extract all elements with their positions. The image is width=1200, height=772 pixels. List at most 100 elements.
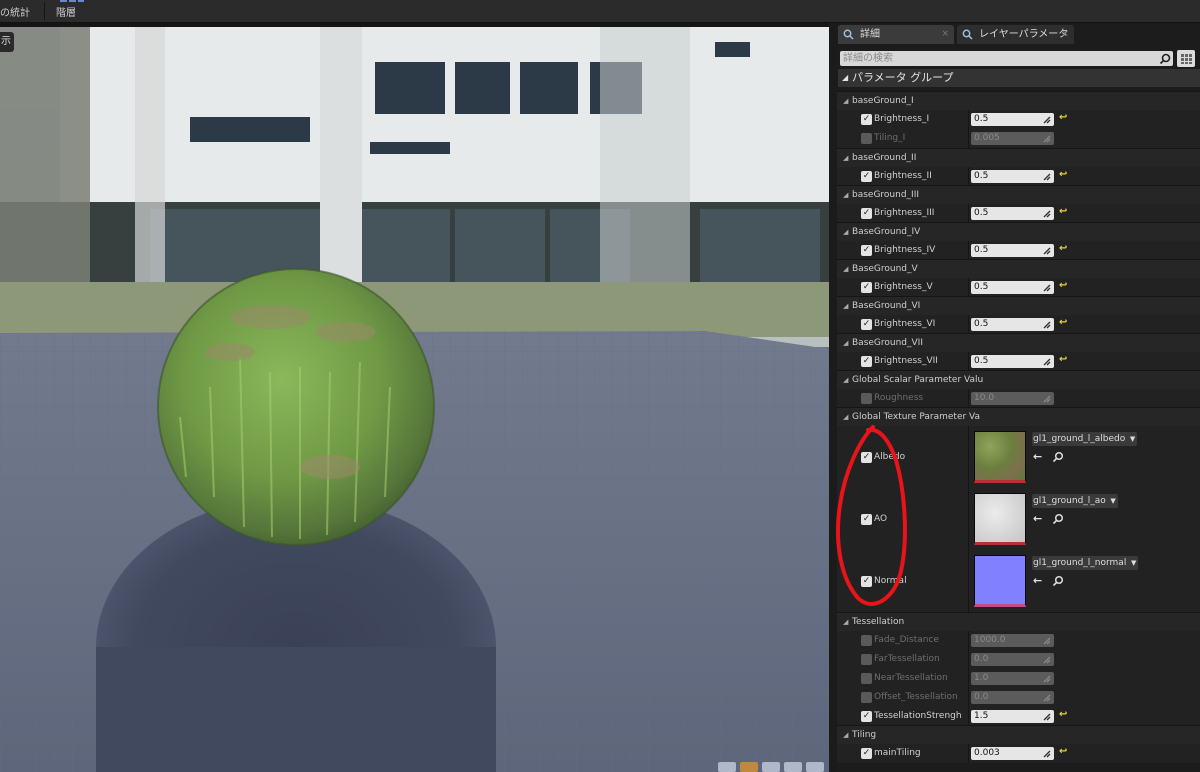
statistics-button[interactable]: の統計 [0, 0, 40, 22]
column-divider [968, 241, 969, 260]
scalar-value-field[interactable]: 0.5 [971, 113, 1054, 126]
viewport-grid-icon[interactable] [784, 762, 802, 772]
override-checkbox[interactable]: ✓ [861, 576, 872, 587]
override-checkbox[interactable]: ✓ [861, 452, 872, 463]
search-icon [1159, 53, 1171, 65]
category-global-scalar[interactable]: ◢ Global Scalar Parameter Valu [837, 370, 1200, 389]
reset-to-default-icon[interactable]: ↩ [1059, 746, 1067, 757]
field-value: 0.005 [974, 133, 1000, 143]
category-baseground-2[interactable]: ◢ baseGround_II [837, 148, 1200, 167]
param-row-main-tiling: ✓ mainTiling 0.003 ↩ [837, 744, 1200, 763]
reset-to-default-icon[interactable]: ↩ [1059, 354, 1067, 365]
param-name: NearTessellation [874, 673, 948, 683]
viewport-nav-icon[interactable] [718, 762, 736, 772]
use-selected-asset-icon[interactable]: ← [1033, 512, 1046, 525]
reset-to-default-icon[interactable]: ↩ [1059, 169, 1067, 180]
collapse-arrow-icon: ◢ [843, 97, 849, 105]
scalar-value-field[interactable]: 0.5 [971, 318, 1054, 331]
collapse-arrow-icon: ◢ [843, 228, 849, 236]
level-viewport[interactable]: 示 [0, 27, 829, 772]
close-icon[interactable]: × [941, 25, 949, 44]
scalar-value-field[interactable]: 0.0 [971, 691, 1054, 704]
override-checkbox[interactable] [861, 673, 872, 684]
override-checkbox[interactable] [861, 393, 872, 404]
override-checkbox[interactable]: ✓ [861, 711, 872, 722]
albedo-texture-thumbnail[interactable] [974, 431, 1026, 483]
override-checkbox[interactable]: ✓ [861, 114, 872, 125]
scalar-value-field[interactable]: 0.0 [971, 653, 1054, 666]
viewport-view-icon[interactable] [762, 762, 780, 772]
reset-to-default-icon[interactable]: ↩ [1059, 280, 1067, 291]
main-toolbar: の統計 階層 [0, 0, 1200, 23]
texture-asset-name: gl1_ground_l_albedo [1033, 434, 1126, 444]
param-name: Brightness_VI [874, 319, 936, 329]
category-baseground-7[interactable]: ◢ BaseGround_VII [837, 333, 1200, 352]
category-baseground-1[interactable]: ◢ baseGround_I [837, 91, 1200, 110]
view-options-button[interactable] [1177, 50, 1195, 67]
scalar-value-field[interactable]: 1000.0 [971, 634, 1054, 647]
reset-to-default-icon[interactable]: ↩ [1059, 709, 1067, 720]
viewport-scale-icon[interactable] [806, 762, 824, 772]
collapse-arrow-icon: ◢ [843, 376, 849, 384]
parameter-groups-header[interactable]: ◢ パラメータ グループ [838, 69, 1200, 87]
close-icon[interactable]: × [1061, 25, 1069, 44]
tab-layer-parameters[interactable]: レイヤーパラメータ × [957, 25, 1074, 44]
scalar-value-field[interactable]: 10.0 [971, 392, 1054, 405]
override-checkbox[interactable]: ✓ [861, 245, 872, 256]
toolbar-separator [44, 2, 45, 20]
details-search-input[interactable]: 詳細の検索 [840, 51, 1173, 66]
override-checkbox[interactable]: ✓ [861, 171, 872, 182]
scalar-value-field[interactable]: 0.5 [971, 355, 1054, 368]
scalar-value-field[interactable]: 0.5 [971, 281, 1054, 294]
browse-asset-icon[interactable] [1052, 451, 1065, 464]
override-checkbox[interactable]: ✓ [861, 356, 872, 367]
column-divider [968, 204, 969, 223]
reset-to-default-icon[interactable]: ↩ [1059, 206, 1067, 217]
use-selected-asset-icon[interactable]: ← [1033, 574, 1046, 587]
category-tiling[interactable]: ◢ Tiling [837, 725, 1200, 744]
override-checkbox[interactable] [861, 692, 872, 703]
category-baseground-3[interactable]: ◢ baseGround_III [837, 185, 1200, 204]
ao-texture-thumbnail[interactable] [974, 493, 1026, 545]
category-baseground-5[interactable]: ◢ BaseGround_V [837, 259, 1200, 278]
category-baseground-6[interactable]: ◢ BaseGround_VI [837, 296, 1200, 315]
override-checkbox[interactable]: ✓ [861, 319, 872, 330]
normal-texture-thumbnail[interactable] [974, 555, 1026, 607]
reset-to-default-icon[interactable]: ↩ [1059, 317, 1067, 328]
scalar-value-field[interactable]: 0.5 [971, 207, 1054, 220]
scalar-value-field[interactable]: 0.5 [971, 170, 1054, 183]
override-checkbox[interactable]: ✓ [861, 514, 872, 525]
panel-splitter[interactable] [829, 23, 837, 772]
override-checkbox[interactable]: ✓ [861, 208, 872, 219]
texture-asset-combo[interactable]: gl1_ground_l_albedo ▼ [1032, 432, 1138, 446]
override-checkbox[interactable] [861, 133, 872, 144]
texture-asset-combo[interactable]: gl1_ground_l_ao ▼ [1032, 494, 1118, 508]
drag-grip-icon [1043, 694, 1051, 702]
tab-details[interactable]: 詳細 × [838, 25, 954, 44]
hierarchy-button[interactable]: 階層 [56, 0, 90, 22]
column-divider [968, 669, 969, 688]
details-panel: 詳細 × レイヤーパラメータ × 詳細の検索 ◢ パラメータ グループ ◢ bas… [837, 23, 1200, 772]
category-tessellation[interactable]: ◢ Tessellation [837, 612, 1200, 631]
scalar-value-field[interactable]: 1.5 [971, 710, 1054, 723]
override-checkbox[interactable] [861, 654, 872, 665]
viewport-snap-icon[interactable] [740, 762, 758, 772]
show-flags-button[interactable]: 示 [0, 32, 14, 52]
param-name: TessellationStrengh [874, 711, 962, 721]
scalar-value-field[interactable]: 0.005 [971, 132, 1054, 145]
use-selected-asset-icon[interactable]: ← [1033, 450, 1046, 463]
scalar-value-field[interactable]: 0.5 [971, 244, 1054, 257]
texture-asset-combo[interactable]: gl1_ground_l_normal ▼ [1032, 556, 1139, 570]
param-name: Offset_Tessellation [874, 692, 958, 702]
reset-to-default-icon[interactable]: ↩ [1059, 112, 1067, 123]
override-checkbox[interactable]: ✓ [861, 282, 872, 293]
scalar-value-field[interactable]: 0.003 [971, 747, 1054, 760]
category-global-texture[interactable]: ◢ Global Texture Parameter Va [837, 407, 1200, 426]
browse-asset-icon[interactable] [1052, 575, 1065, 588]
override-checkbox[interactable]: ✓ [861, 748, 872, 759]
browse-asset-icon[interactable] [1052, 513, 1065, 526]
override-checkbox[interactable] [861, 635, 872, 646]
category-baseground-4[interactable]: ◢ BaseGround_IV [837, 222, 1200, 241]
reset-to-default-icon[interactable]: ↩ [1059, 243, 1067, 254]
scalar-value-field[interactable]: 1.0 [971, 672, 1054, 685]
